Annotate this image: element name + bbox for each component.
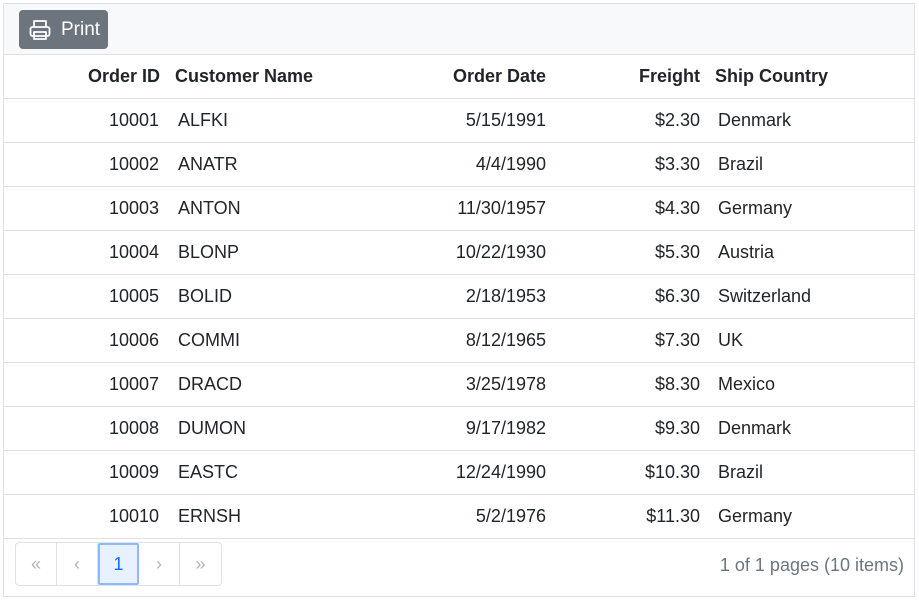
- print-button[interactable]: Print: [19, 10, 108, 49]
- pager: « ‹ 1 › » 1 of 1 pages (10 items): [4, 533, 914, 596]
- print-label: Print: [61, 18, 101, 40]
- customer-name-cell[interactable]: DUMON: [168, 406, 426, 451]
- customer-name-cell[interactable]: EASTC: [168, 450, 426, 495]
- customer-name-cell[interactable]: ANATR: [168, 142, 426, 187]
- next-page-button[interactable]: ›: [139, 543, 180, 585]
- page-1-button[interactable]: 1: [98, 543, 139, 585]
- customer-name-cell[interactable]: COMMI: [168, 318, 426, 363]
- order-date-cell[interactable]: 8/12/1965: [426, 318, 546, 363]
- order-date-cell[interactable]: 11/30/1957: [426, 186, 546, 231]
- ship-country-cell[interactable]: Denmark: [708, 98, 914, 143]
- freight-cell[interactable]: $4.30: [546, 186, 708, 231]
- freight-cell[interactable]: $8.30: [546, 362, 708, 407]
- customer-name-cell[interactable]: ALFKI: [168, 98, 426, 143]
- ship-country-cell[interactable]: UK: [708, 318, 914, 363]
- table-row[interactable]: 10007 DRACD 3/25/1978 $8.30 Mexico: [4, 362, 914, 407]
- order-id-cell[interactable]: 10002: [4, 142, 168, 187]
- order-id-cell[interactable]: 10001: [4, 98, 168, 143]
- freight-cell[interactable]: $11.30: [546, 494, 708, 539]
- header-row: Order ID Customer Name Order Date Freigh…: [4, 55, 914, 99]
- last-page-button[interactable]: »: [180, 543, 221, 585]
- freight-cell[interactable]: $5.30: [546, 230, 708, 275]
- ship-country-cell[interactable]: Brazil: [708, 142, 914, 187]
- order-date-cell[interactable]: 10/22/1930: [426, 230, 546, 275]
- order-id-cell[interactable]: 10003: [4, 186, 168, 231]
- freight-cell[interactable]: $9.30: [546, 406, 708, 451]
- table-row[interactable]: 10006 COMMI 8/12/1965 $7.30 UK: [4, 318, 914, 363]
- column-header-order-date[interactable]: Order Date: [426, 55, 546, 99]
- ship-country-cell[interactable]: Mexico: [708, 362, 914, 407]
- customer-name-cell[interactable]: ERNSH: [168, 494, 426, 539]
- printer-icon: [29, 19, 51, 40]
- table-row[interactable]: 10005 BOLID 2/18/1953 $6.30 Switzerland: [4, 274, 914, 319]
- table-row[interactable]: 10010 ERNSH 5/2/1976 $11.30 Germany: [4, 494, 914, 539]
- column-header-customer-name[interactable]: Customer Name: [168, 55, 426, 99]
- column-header-order-id[interactable]: Order ID: [4, 55, 168, 99]
- freight-cell[interactable]: $7.30: [546, 318, 708, 363]
- customer-name-cell[interactable]: ANTON: [168, 186, 426, 231]
- column-header-freight[interactable]: Freight: [546, 55, 708, 99]
- ship-country-cell[interactable]: Denmark: [708, 406, 914, 451]
- table-row[interactable]: 10009 EASTC 12/24/1990 $10.30 Brazil: [4, 450, 914, 495]
- table-row[interactable]: 10001 ALFKI 5/15/1991 $2.30 Denmark: [4, 98, 914, 143]
- ship-country-cell[interactable]: Switzerland: [708, 274, 914, 319]
- data-grid: Print Order ID Customer Name Order Date …: [3, 3, 915, 597]
- order-id-cell[interactable]: 10009: [4, 450, 168, 495]
- order-date-cell[interactable]: 5/2/1976: [426, 494, 546, 539]
- order-date-cell[interactable]: 2/18/1953: [426, 274, 546, 319]
- grid-toolbar: Print: [4, 4, 914, 55]
- customer-name-cell[interactable]: BLONP: [168, 230, 426, 275]
- order-date-cell[interactable]: 4/4/1990: [426, 142, 546, 187]
- table-row[interactable]: 10003 ANTON 11/30/1957 $4.30 Germany: [4, 186, 914, 231]
- order-id-cell[interactable]: 10006: [4, 318, 168, 363]
- table-row[interactable]: 10002 ANATR 4/4/1990 $3.30 Brazil: [4, 142, 914, 187]
- order-id-cell[interactable]: 10005: [4, 274, 168, 319]
- table-row[interactable]: 10004 BLONP 10/22/1930 $5.30 Austria: [4, 230, 914, 275]
- ship-country-cell[interactable]: Germany: [708, 186, 914, 231]
- ship-country-cell[interactable]: Germany: [708, 494, 914, 539]
- ship-country-cell[interactable]: Austria: [708, 230, 914, 275]
- order-id-cell[interactable]: 10007: [4, 362, 168, 407]
- order-id-cell[interactable]: 10008: [4, 406, 168, 451]
- freight-cell[interactable]: $2.30: [546, 98, 708, 143]
- pagination: « ‹ 1 › »: [15, 542, 222, 586]
- order-date-cell[interactable]: 12/24/1990: [426, 450, 546, 495]
- previous-page-button[interactable]: ‹: [57, 543, 98, 585]
- order-date-cell[interactable]: 5/15/1991: [426, 98, 546, 143]
- customer-name-cell[interactable]: DRACD: [168, 362, 426, 407]
- customer-name-cell[interactable]: BOLID: [168, 274, 426, 319]
- order-date-cell[interactable]: 9/17/1982: [426, 406, 546, 451]
- table-row[interactable]: 10008 DUMON 9/17/1982 $9.30 Denmark: [4, 406, 914, 451]
- freight-cell[interactable]: $6.30: [546, 274, 708, 319]
- freight-cell[interactable]: $3.30: [546, 142, 708, 187]
- column-header-ship-country[interactable]: Ship Country: [708, 55, 914, 99]
- order-id-cell[interactable]: 10004: [4, 230, 168, 275]
- pager-info: 1 of 1 pages (10 items): [719, 555, 904, 575]
- first-page-button[interactable]: «: [16, 543, 57, 585]
- ship-country-cell[interactable]: Brazil: [708, 450, 914, 495]
- table-body: 10001 ALFKI 5/15/1991 $2.30 Denmark 10002 ANAT…: [4, 98, 914, 539]
- orders-table: Order ID Customer Name Order Date Freigh…: [4, 55, 914, 539]
- order-id-cell[interactable]: 10010: [4, 494, 168, 539]
- order-date-cell[interactable]: 3/25/1978: [426, 362, 546, 407]
- freight-cell[interactable]: $10.30: [546, 450, 708, 495]
